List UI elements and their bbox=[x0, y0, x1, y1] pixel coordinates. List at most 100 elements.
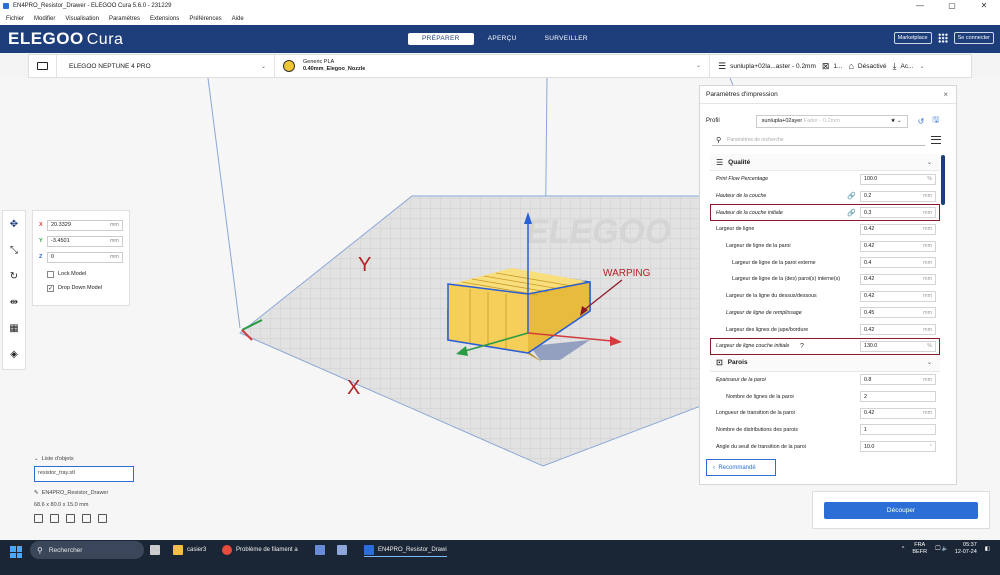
minimize-button[interactable]: — bbox=[904, 0, 936, 12]
watermark-text: ELEGOO bbox=[524, 213, 675, 251]
view-left-icon[interactable] bbox=[82, 514, 91, 523]
menu-settings[interactable]: Paramètres bbox=[109, 16, 140, 22]
y-unit: mm bbox=[109, 238, 119, 244]
y-position-input[interactable]: -3.4501 mm bbox=[47, 235, 123, 247]
setting-unit: mm bbox=[923, 243, 932, 250]
question-mark: ? bbox=[800, 342, 804, 350]
setting-value-input[interactable]: 2 bbox=[860, 391, 936, 403]
nozzle-name: 0.40mm_Elegoo_Nozzle bbox=[303, 66, 366, 72]
profile-selector[interactable]: sunlupla+02ayer Fader - 0.2mm ★ ⌄ bbox=[755, 114, 908, 128]
menu-file[interactable]: Fichier bbox=[6, 16, 24, 22]
taskbar-item-cura[interactable]: EN4PRO_Resistor_Drawi bbox=[364, 543, 447, 557]
setting-value-input[interactable]: 10.0 ° bbox=[860, 441, 936, 453]
setting-row: Hauteur de la couche initiale 🔗 0.3 mm bbox=[710, 204, 940, 222]
link-icon[interactable]: 🔗 bbox=[847, 209, 856, 217]
menu-extensions[interactable]: Extensions bbox=[150, 16, 179, 22]
menu-edit[interactable]: Modifier bbox=[34, 16, 55, 22]
pencil-icon[interactable]: ✎ bbox=[34, 490, 42, 496]
material-selector[interactable]: Generic PLA 0.40mm_Elegoo_Nozzle ⌄ bbox=[275, 55, 710, 77]
lock-model-checkbox[interactable]: Lock Model bbox=[39, 269, 123, 279]
setting-value-input[interactable]: 0.2 mm bbox=[860, 190, 936, 202]
z-position-input[interactable]: 0 mm bbox=[47, 251, 123, 263]
move-panel: X 20.3329 mm Y -3.4501 mm Z 0 mm Lock Mo… bbox=[32, 210, 130, 306]
z-value: 0 bbox=[51, 254, 55, 260]
setting-value-input[interactable]: 0.42 mm bbox=[860, 324, 936, 336]
settings-search-input[interactable]: ⚲ Paramètres de recherche bbox=[712, 134, 925, 146]
clock[interactable]: 05:37 12-07-24 bbox=[955, 542, 977, 556]
close-window-button[interactable]: ✕ bbox=[968, 0, 1000, 12]
maximize-button[interactable]: ▢ bbox=[936, 0, 968, 12]
setting-label: Hauteur de la couche bbox=[716, 193, 767, 200]
section-quality[interactable]: ☰ Qualité ⌄ bbox=[710, 154, 940, 171]
notification-icon[interactable]: ◧ bbox=[985, 546, 990, 552]
drop-down-model-checkbox[interactable]: ✓ Drop Down Model bbox=[39, 283, 123, 293]
recommended-button[interactable]: ‹ Recommandé bbox=[706, 459, 776, 476]
per-model-settings-icon[interactable]: ▦ bbox=[3, 315, 25, 341]
marketplace-button[interactable]: Marketplace bbox=[893, 32, 932, 44]
open-file-button[interactable] bbox=[29, 55, 57, 77]
view-right-icon[interactable] bbox=[98, 514, 107, 523]
setting-value-input[interactable]: 130.0% bbox=[860, 340, 936, 352]
setting-row: Hauteur de la couche 🔗 0.2 mm bbox=[710, 188, 940, 205]
setting-unit: mm bbox=[923, 293, 932, 300]
object-list-item[interactable]: resistor_tray.stl bbox=[34, 466, 134, 482]
tab-preview[interactable]: APERÇU bbox=[474, 33, 531, 45]
taskbar-item-explorer[interactable]: casier3 bbox=[173, 543, 206, 557]
setting-value-input[interactable]: 0.3 mm bbox=[860, 207, 936, 219]
setting-value-input[interactable]: 100.0% bbox=[860, 173, 936, 185]
chevron-up-icon[interactable]: ^ bbox=[902, 546, 905, 552]
support-blocker-icon[interactable]: ◈ bbox=[3, 341, 25, 367]
print-settings-selector[interactable]: ☰ sunlupla+02la...aster - 0.2mm ⊠ 1... ⌂… bbox=[710, 55, 971, 77]
menu-help[interactable]: Aide bbox=[232, 16, 244, 22]
taskbar-item-app[interactable] bbox=[315, 543, 329, 557]
move-tool-icon[interactable]: ✥ bbox=[3, 211, 25, 237]
login-button[interactable]: Se connecter bbox=[953, 32, 994, 44]
taskbar-item-app2[interactable] bbox=[337, 543, 351, 557]
menu-preferences[interactable]: Préférences bbox=[189, 16, 221, 22]
setting-value-input[interactable]: 0.4 mm bbox=[860, 257, 936, 269]
view-front-icon[interactable] bbox=[50, 514, 59, 523]
menu-view[interactable]: Visualisation bbox=[65, 16, 99, 22]
object-list-header[interactable]: ⌄ Liste d'objets bbox=[34, 456, 174, 462]
settings-menu-icon[interactable] bbox=[931, 136, 941, 144]
setting-value-input[interactable]: 0.42 mm bbox=[860, 407, 936, 419]
reset-profile-icon[interactable]: ↺ bbox=[918, 117, 925, 126]
link-icon[interactable]: 🔗 bbox=[847, 192, 856, 200]
x-position-input[interactable]: 20.3329 mm bbox=[47, 219, 123, 231]
tab-monitor[interactable]: SURVEILLER bbox=[531, 33, 602, 45]
setting-value-input[interactable]: 1 bbox=[860, 424, 936, 436]
tab-prepare[interactable]: PRÉPARER bbox=[408, 33, 474, 45]
taskbar-item-label: casier3 bbox=[187, 547, 207, 553]
apps-grid-icon[interactable] bbox=[937, 33, 948, 43]
setting-value: 2 bbox=[864, 393, 867, 400]
rotate-tool-icon[interactable]: ↻ bbox=[3, 263, 25, 289]
view-top-icon[interactable] bbox=[66, 514, 75, 523]
save-profile-icon[interactable]: 🖫 bbox=[932, 114, 939, 128]
windows-start-icon[interactable] bbox=[10, 546, 22, 558]
setting-value-input[interactable]: 0.42 mm bbox=[860, 240, 936, 252]
setting-value-input[interactable]: 0.42 mm bbox=[860, 223, 936, 235]
setting-value: 0.42 bbox=[864, 410, 875, 417]
task-view-icon[interactable] bbox=[150, 543, 164, 557]
printer-selector[interactable]: ELEGOO NEPTUNE 4 PRO ⌄ bbox=[57, 55, 275, 77]
setting-value-input[interactable]: 0.8 mm bbox=[860, 374, 936, 386]
setting-value: 0.4 bbox=[864, 259, 872, 266]
taskbar-item-chrome[interactable]: Problème de filament a bbox=[222, 543, 298, 557]
slice-button[interactable]: Découper bbox=[824, 502, 978, 519]
section-walls[interactable]: ⊡ Parois ⌄ bbox=[710, 354, 940, 372]
view-3d-icon[interactable] bbox=[34, 514, 43, 523]
volume-icon[interactable]: 🔈 bbox=[940, 546, 949, 552]
close-icon[interactable]: × bbox=[943, 90, 948, 99]
y-axis-label: Y bbox=[39, 238, 43, 244]
setting-value: 0.42 bbox=[864, 243, 875, 250]
scale-tool-icon[interactable]: ⤡ bbox=[3, 237, 25, 263]
language-indicator[interactable]: FRA BEFR bbox=[912, 542, 927, 556]
setting-unit: % bbox=[927, 176, 932, 183]
setting-value: 0.3 bbox=[864, 209, 872, 216]
setting-value-input[interactable]: 0.45 mm bbox=[860, 307, 936, 319]
settings-scrollbar[interactable] bbox=[941, 155, 945, 205]
mirror-tool-icon[interactable]: ⇹ bbox=[3, 289, 25, 315]
taskbar-search[interactable]: ⚲ Rechercher bbox=[30, 541, 144, 559]
setting-value-input[interactable]: 0.42 mm bbox=[860, 290, 936, 302]
setting-value-input[interactable]: 0.42 mm bbox=[860, 273, 936, 285]
